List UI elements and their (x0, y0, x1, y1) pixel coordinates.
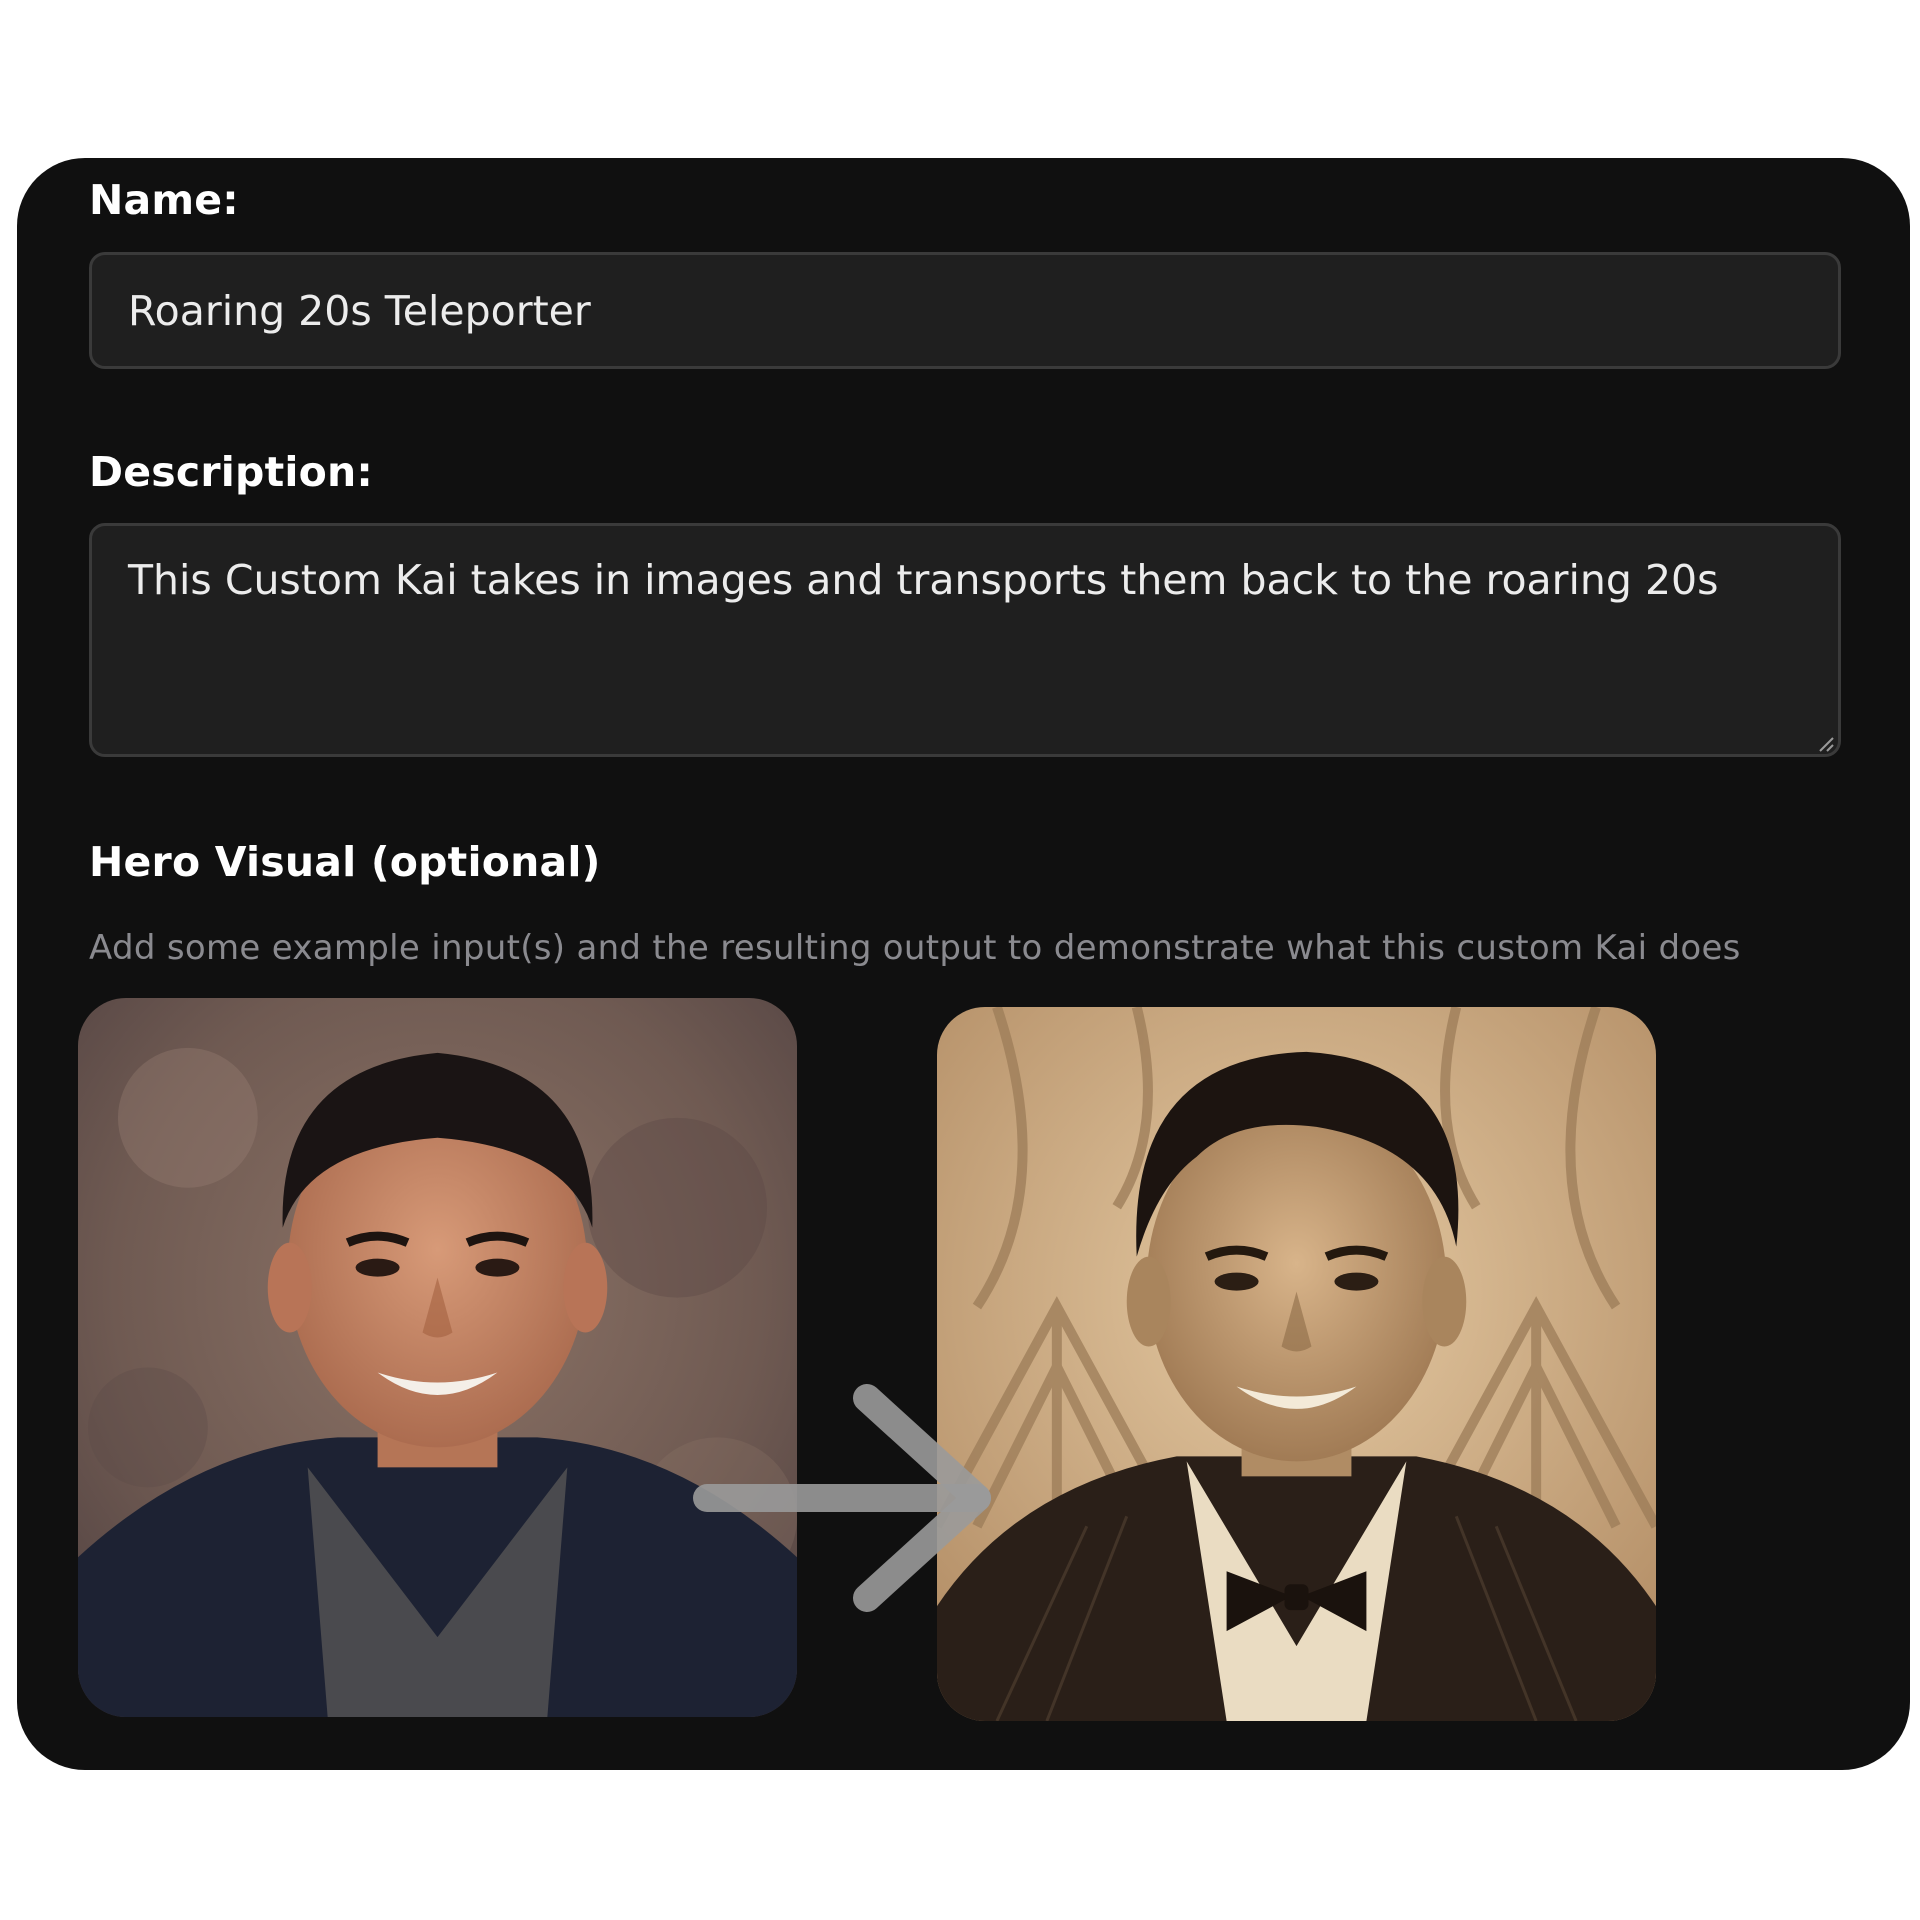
custom-kai-form-card: Name: Description: This Custom Kai takes… (17, 158, 1910, 1770)
name-label: Name: (89, 176, 239, 224)
hero-visual-helper-text: Add some example input(s) and the result… (89, 928, 1741, 968)
portrait-1920s-sepia-output (937, 1007, 1656, 1721)
output-example-image[interactable] (937, 1007, 1656, 1721)
right-arrow-icon (693, 1384, 991, 1612)
hero-visual-label: Hero Visual (optional) (89, 838, 601, 886)
description-textarea[interactable]: This Custom Kai takes in images and tran… (89, 523, 1841, 757)
resize-grip-icon[interactable] (1818, 736, 1834, 752)
name-input[interactable] (89, 252, 1841, 369)
description-label: Description: (89, 448, 373, 496)
